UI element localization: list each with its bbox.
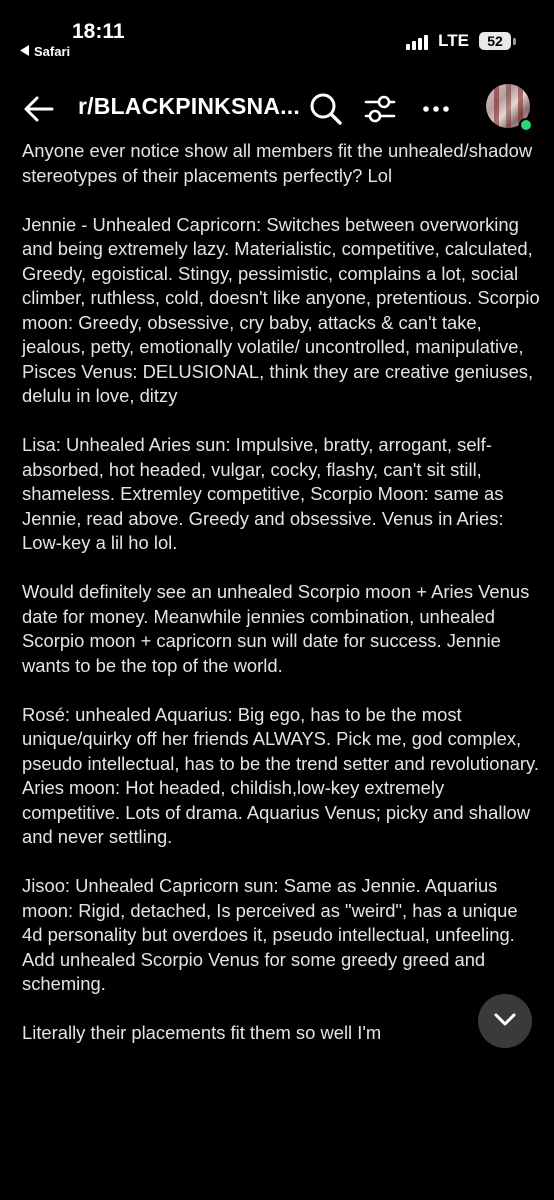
back-triangle-icon bbox=[20, 44, 30, 59]
more-icon[interactable] bbox=[418, 91, 454, 127]
status-indicators: LTE 52 bbox=[406, 31, 516, 51]
back-arrow-icon[interactable] bbox=[22, 92, 56, 126]
post-paragraph: Rosé: unhealed Aquarius: Big ego, has to… bbox=[22, 703, 539, 848]
back-to-app-link[interactable]: Safari bbox=[20, 44, 70, 59]
post-paragraph: Anyone ever notice show all members fit … bbox=[22, 140, 533, 186]
app-header: r/BLACKPINKSNA... bbox=[0, 80, 554, 140]
back-app-label: Safari bbox=[34, 44, 71, 59]
post-paragraph: Literally their placements fit them so w… bbox=[22, 1022, 382, 1043]
signal-icon bbox=[406, 32, 429, 50]
scroll-down-button[interactable] bbox=[478, 994, 532, 1048]
chevron-down-icon bbox=[491, 1005, 519, 1038]
subreddit-title[interactable]: r/BLACKPINKSNA... bbox=[78, 93, 300, 120]
battery-icon: 52 bbox=[479, 32, 516, 50]
search-icon[interactable] bbox=[308, 91, 344, 127]
post-paragraph: Lisa: Unhealed Aries sun: Impulsive, bra… bbox=[22, 434, 504, 553]
post-paragraph: Would definitely see an unhealed Scorpio… bbox=[22, 581, 530, 676]
battery-level: 52 bbox=[479, 32, 511, 50]
post-body: Anyone ever notice show all members fit … bbox=[22, 139, 542, 1070]
online-status-indicator bbox=[519, 118, 533, 132]
status-time: 18:11 bbox=[72, 20, 125, 43]
network-label: LTE bbox=[438, 31, 469, 50]
post-paragraph: Jisoo: Unhealed Capricorn sun: Same as J… bbox=[22, 875, 518, 994]
post-paragraph: Jennie - Unhealed Capricorn: Switches be… bbox=[22, 213, 540, 407]
status-bar: 18:11 Safari LTE 52 bbox=[0, 0, 554, 80]
filter-icon[interactable] bbox=[362, 91, 398, 127]
